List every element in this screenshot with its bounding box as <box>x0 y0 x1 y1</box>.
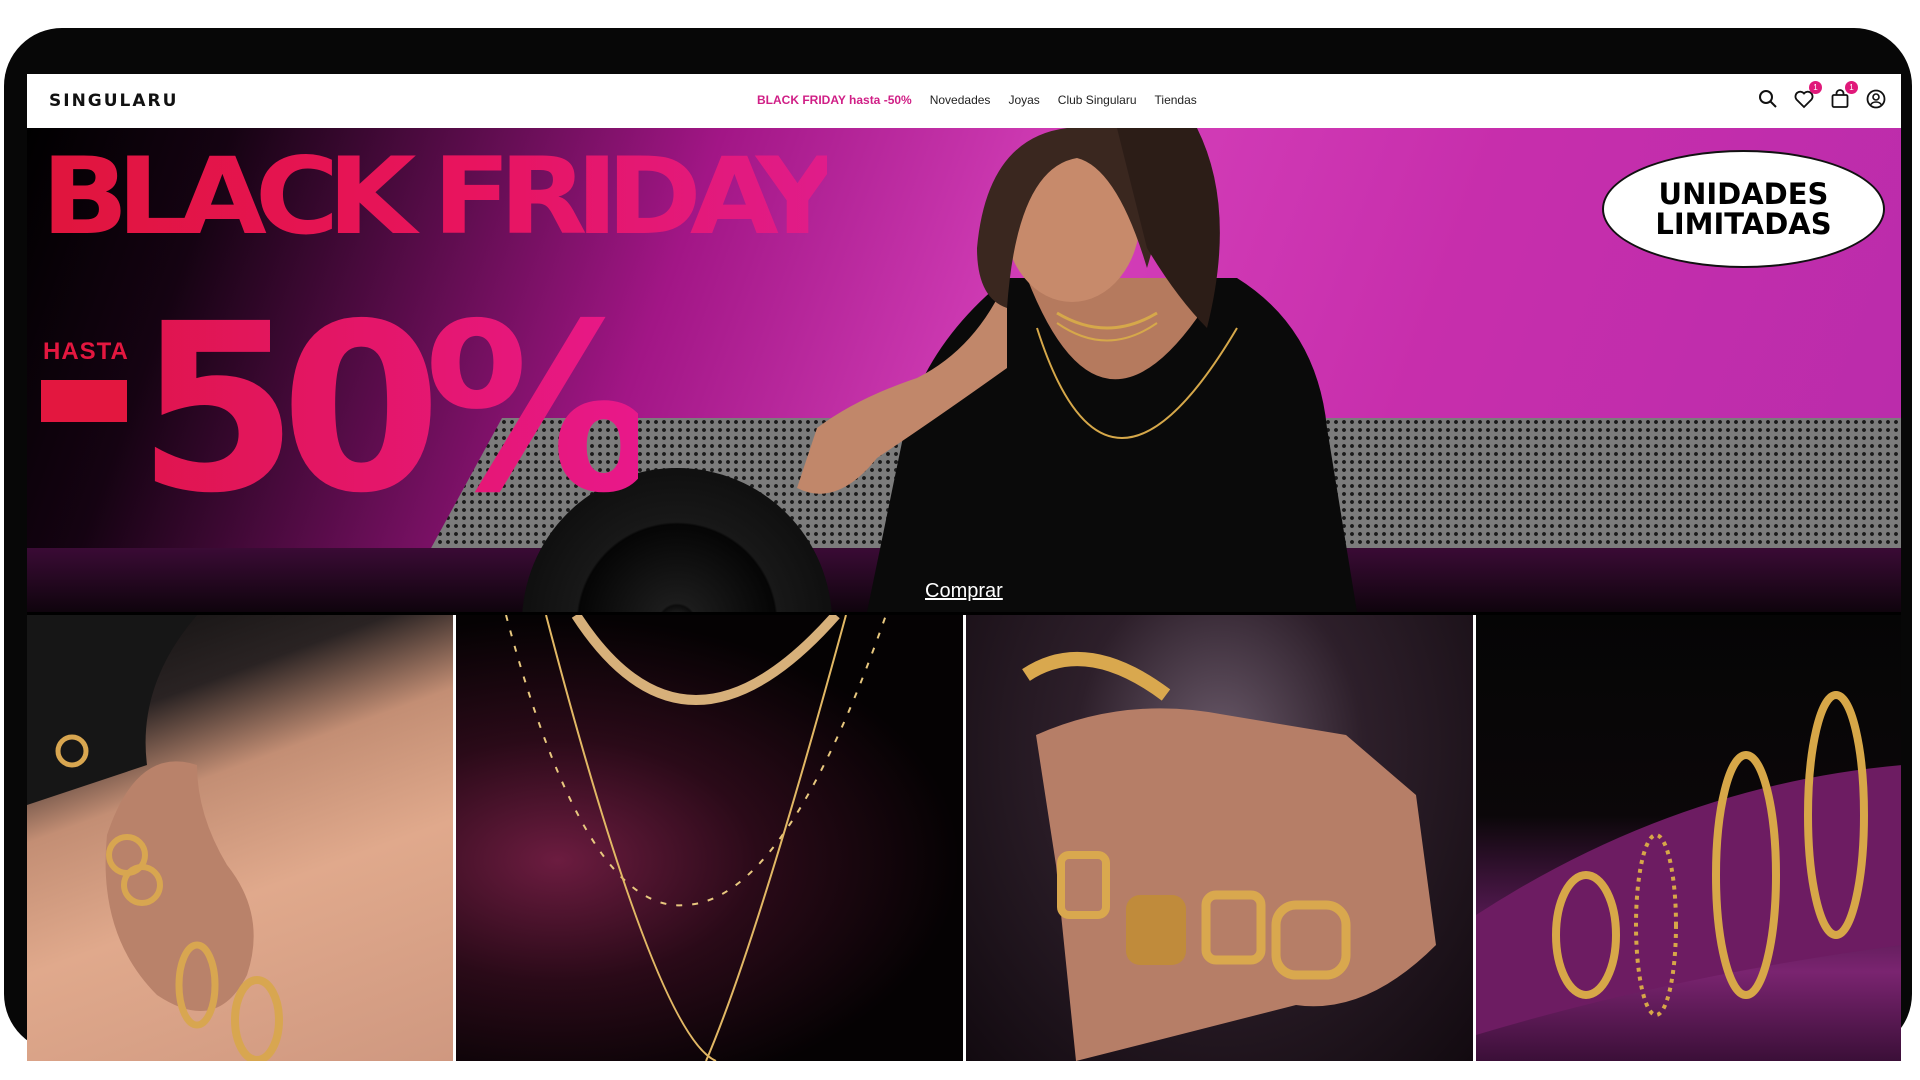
menu-item-novedades[interactable]: Novedades <box>930 93 991 107</box>
main-menu: BLACK FRIDAY hasta -50% Novedades Joyas … <box>757 93 1197 107</box>
necklaces-photo <box>504 615 887 1061</box>
device-frame: SINGULARU BLACK FRIDAY hasta -50% Noveda… <box>4 28 1912 1061</box>
wishlist-count-badge: 1 <box>1809 81 1822 94</box>
hero-discount: 50% <box>137 274 656 544</box>
browser-viewport: SINGULARU BLACK FRIDAY hasta -50% Noveda… <box>27 74 1901 1061</box>
earrings-photo <box>27 615 283 1061</box>
menu-item-club[interactable]: Club Singularu <box>1058 93 1137 107</box>
menu-item-tiendas[interactable]: Tiendas <box>1155 93 1197 107</box>
heart-icon[interactable]: 1 <box>1793 81 1822 110</box>
badge-line-2: LIMITADAS <box>1655 207 1832 241</box>
hero-hasta-label: HASTA <box>43 338 129 365</box>
menu-item-black-friday[interactable]: BLACK FRIDAY hasta -50% <box>757 93 912 107</box>
bracelets-photo <box>1476 691 1901 1035</box>
brand-logo[interactable]: SINGULARU <box>49 91 178 111</box>
limited-units-badge: UNIDADES LIMITADAS <box>1602 150 1885 268</box>
header-icons: 1 1 <box>1757 81 1887 110</box>
necklaces-tile[interactable] <box>455 615 963 1061</box>
minus-sign <box>41 380 127 422</box>
hero-title: BLACK FRIDAY <box>41 135 839 259</box>
cart-count-badge: 1 <box>1845 81 1858 94</box>
shop-now-link[interactable]: Comprar <box>925 580 1003 603</box>
earrings-tile[interactable] <box>27 615 453 1061</box>
category-grid <box>27 615 1901 1061</box>
search-icon[interactable] <box>1757 88 1779 110</box>
top-navigation: SINGULARU BLACK FRIDAY hasta -50% Noveda… <box>27 74 1901 128</box>
account-icon[interactable] <box>1865 88 1887 110</box>
hero-banner[interactable]: BLACK FRIDAY HASTA 50% UNIDADES LIMITADA… <box>27 128 1901 612</box>
rings-photo <box>1022 652 1436 1061</box>
cart-icon[interactable]: 1 <box>1829 81 1858 110</box>
bracelets-tile[interactable] <box>1476 615 1901 1061</box>
badge-line-1: UNIDADES <box>1658 177 1829 211</box>
menu-item-joyas[interactable]: Joyas <box>1008 93 1039 107</box>
rings-tile[interactable] <box>966 615 1474 1061</box>
